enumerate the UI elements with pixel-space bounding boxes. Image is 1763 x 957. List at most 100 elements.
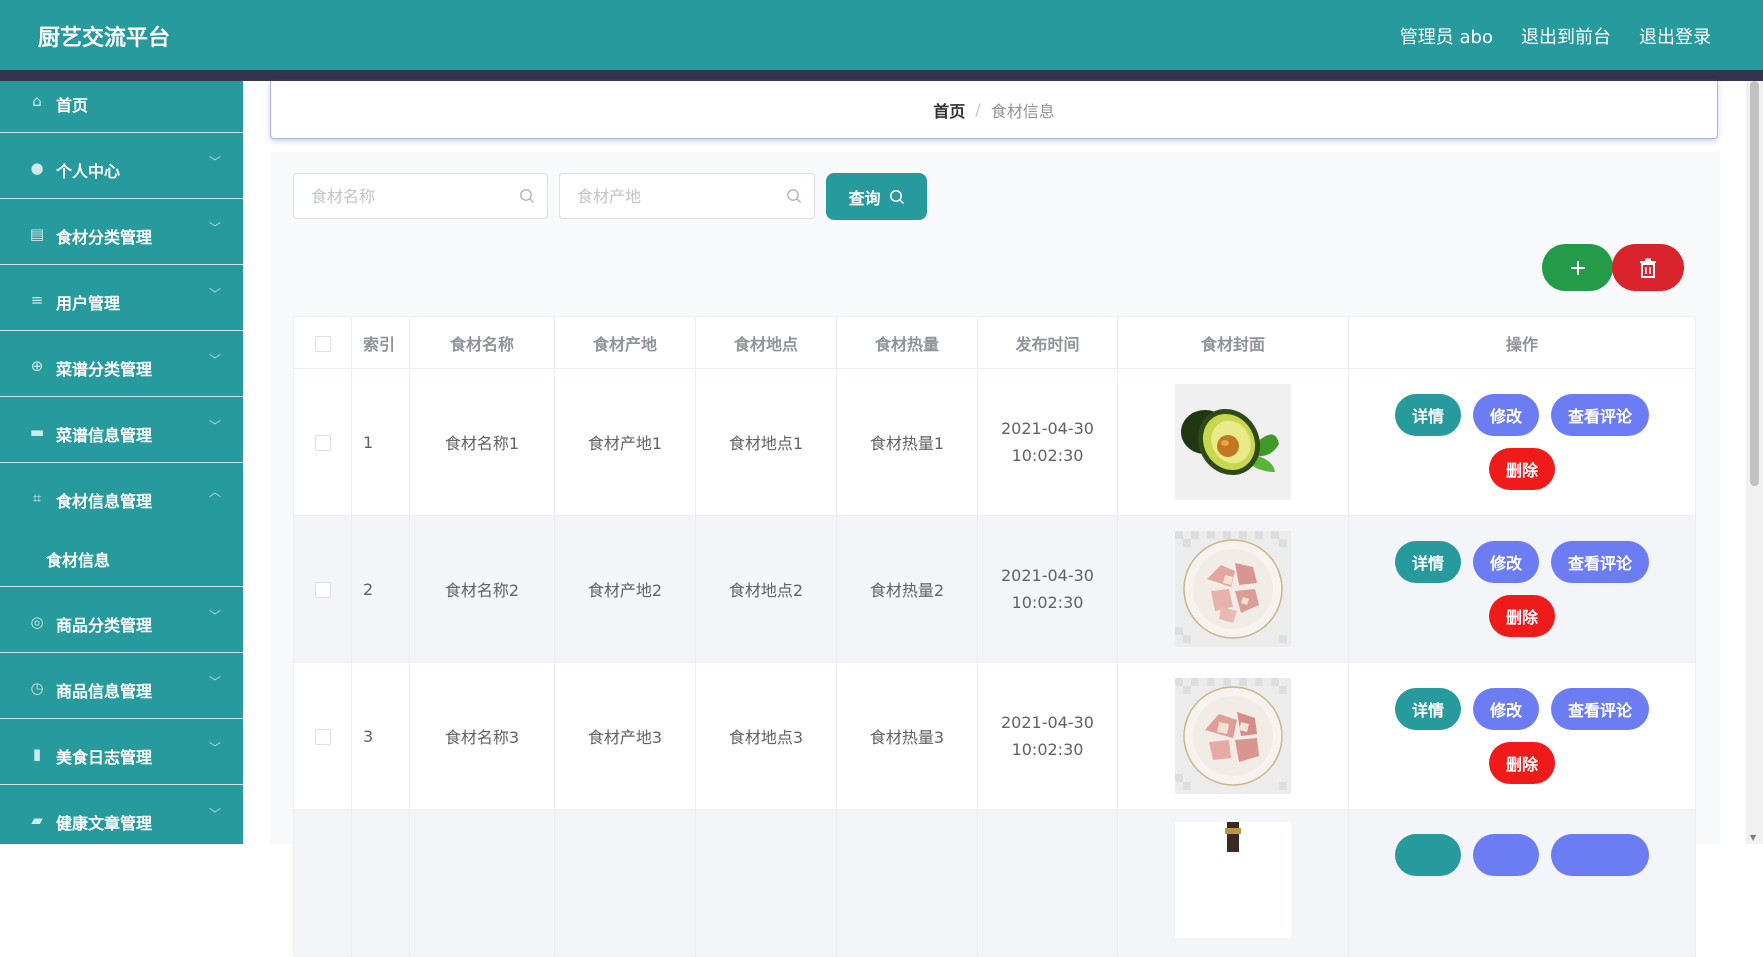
breadcrumb-home[interactable]: 首页 [933,98,965,122]
sidebar-item-recipe-info[interactable]: ▬ 菜谱信息管理 ﹀ [0,397,243,463]
cell-cover [1117,809,1349,957]
search-icon [520,189,534,203]
cover-image-avocado [1175,384,1291,500]
cell-calories: 食材热量3 [836,662,978,810]
detail-button[interactable]: 详情 [1395,394,1461,436]
ingredient-table: 索引 食材名称 食材产地 食材地点 食材热量 发布时间 食材封面 操作 1 食材… [293,316,1696,957]
sidebar-item-label: 食材分类管理 [56,228,153,247]
chevron-up-icon: ︿ [208,485,221,499]
cell-location: 食材地点3 [695,662,837,810]
sidebar-item-personal-center[interactable]: ● 个人中心 ﹀ [0,133,243,199]
cell-time-wrap: 2021-04-30 10:02:30 [977,368,1118,516]
scroll-down-arrow-icon[interactable]: ▼ [1750,833,1756,842]
ingredient-name-input[interactable] [294,174,547,218]
page-scrollbar[interactable]: ▼ [1746,81,1763,844]
cell-origin: 食材产地3 [554,662,696,810]
cell-origin: 食材产地1 [554,368,696,516]
home-icon: ⌂ [32,92,42,110]
chevron-down-icon: ﹀ [208,353,221,367]
app-title: 厨艺交流平台 [38,26,171,51]
front-page-link[interactable]: 退出到前台 [1521,23,1611,49]
cell-time: 2021-04-30 10:02:30 [1001,713,1094,759]
chevron-down-icon: ﹀ [208,807,221,821]
edit-button[interactable]: 修改 [1473,688,1539,730]
sidebar-item-label: 菜谱分类管理 [56,360,153,379]
sidebar-item-health-articles[interactable]: ▰ 健康文章管理 ﹀ [0,785,243,844]
row-checkbox[interactable] [314,582,331,598]
trash-icon [1640,258,1656,278]
sidebar-item-home[interactable]: ⌂ 首页 [0,81,243,133]
search-icon [889,189,904,204]
sidebar-item-ingredient-info[interactable]: ⌗ 食材信息管理 ︿ [0,463,243,529]
detail-button[interactable]: 详情 [1395,541,1461,583]
detail-button[interactable]: 详情 [1395,688,1461,730]
cell-calories: 食材热量2 [836,515,978,663]
edit-button[interactable]: 修改 [1473,541,1539,583]
sidebar-item-product-category[interactable]: ◎ 商品分类管理 ﹀ [0,587,243,653]
cell-actions [1348,809,1696,957]
batch-delete-button[interactable] [1612,244,1684,291]
chevron-down-icon: ﹀ [208,287,221,301]
sidebar-item-food-diary[interactable]: ▮ 美食日志管理 ﹀ [0,719,243,785]
list-icon: ≡ [30,291,44,309]
target-icon: ⊕ [30,357,44,375]
chevron-down-icon: ﹀ [208,419,221,433]
view-comments-button[interactable] [1551,834,1649,876]
sidebar-item-ingredient-category[interactable]: ▤ 食材分类管理 ﹀ [0,199,243,265]
cell-name: 食材名称1 [409,368,555,516]
chevron-down-icon: ﹀ [208,221,221,235]
crop-icon: ⌗ [32,489,42,507]
cell-index: 2 [351,515,410,663]
delete-button[interactable]: 删除 [1489,595,1555,637]
cell-index: 3 [351,662,410,810]
sidebar-item-label: 个人中心 [56,162,121,181]
ingredient-origin-input[interactable] [560,174,814,218]
edit-button[interactable]: 修改 [1473,394,1539,436]
add-button[interactable] [1542,244,1613,291]
row-checkbox[interactable] [314,729,331,745]
cell-location: 食材地点2 [695,515,837,663]
sidebar-item-label: 美食日志管理 [56,748,153,767]
header-calories: 食材热量 [836,316,978,369]
sidebar-item-user-management[interactable]: ≡ 用户管理 ﹀ [0,265,243,331]
cell-actions: 详情 修改 查看评论 删除 [1348,662,1696,810]
cell-calories: 食材热量1 [836,368,978,516]
row-checkbox[interactable] [314,435,331,451]
table-row: 3 食材名称3 食材产地3 食材地点3 食材热量3 2021-04-30 10:… [293,662,1696,810]
view-comments-button[interactable]: 查看评论 [1551,541,1649,583]
query-button[interactable]: 查询 [826,173,927,220]
scrollbar-thumb[interactable] [1750,81,1759,486]
ingredient-origin-search [559,173,815,219]
logout-link[interactable]: 退出登录 [1639,23,1711,49]
header-select-all [293,316,352,369]
cell-actions: 详情 修改 查看评论 删除 [1348,515,1696,663]
cell-location: 食材地点1 [695,368,837,516]
user-icon: ● [30,159,44,177]
table-row: 2 食材名称2 食材产地2 食材地点2 食材热量2 2021-04-30 10:… [293,515,1696,663]
sidebar-subitem-ingredient-info[interactable]: 食材信息 [46,547,110,571]
sidebar-item-product-info[interactable]: ◷ 商品信息管理 ﹀ [0,653,243,719]
ingredient-name-search [293,173,548,219]
delete-button[interactable]: 删除 [1489,742,1555,784]
sidebar-submenu: 食材信息 [0,529,243,587]
header-links: 管理员 abo 退出到前台 退出登录 [1400,23,1711,49]
sidebar-item-recipe-category[interactable]: ⊕ 菜谱分类管理 ﹀ [0,331,243,397]
delete-button[interactable]: 删除 [1489,448,1555,490]
breadcrumb-current: 食材信息 [990,101,1055,121]
detail-button[interactable] [1395,834,1461,876]
cell-name: 食材名称2 [409,515,555,663]
edit-button[interactable] [1473,834,1539,876]
header-location: 食材地点 [695,316,837,369]
row-select-cell [293,368,352,516]
cell-actions: 详情 修改 查看评论 删除 [1348,368,1696,516]
sidebar-item-label: 用户管理 [56,294,121,313]
header-actions: 操作 [1348,316,1696,369]
view-comments-button[interactable]: 查看评论 [1551,394,1649,436]
sidebar: ⌂ 首页 ● 个人中心 ﹀ ▤ 食材分类管理 ﹀ ≡ 用户管理 ﹀ ⊕ 菜谱分类… [0,81,243,844]
cell-cover [1117,515,1349,663]
view-comments-button[interactable]: 查看评论 [1551,688,1649,730]
sidebar-item-label: 菜谱信息管理 [56,426,153,445]
cell-calories [836,809,978,957]
select-all-checkbox[interactable] [314,335,331,352]
admin-user-label: 管理员 abo [1399,27,1493,48]
